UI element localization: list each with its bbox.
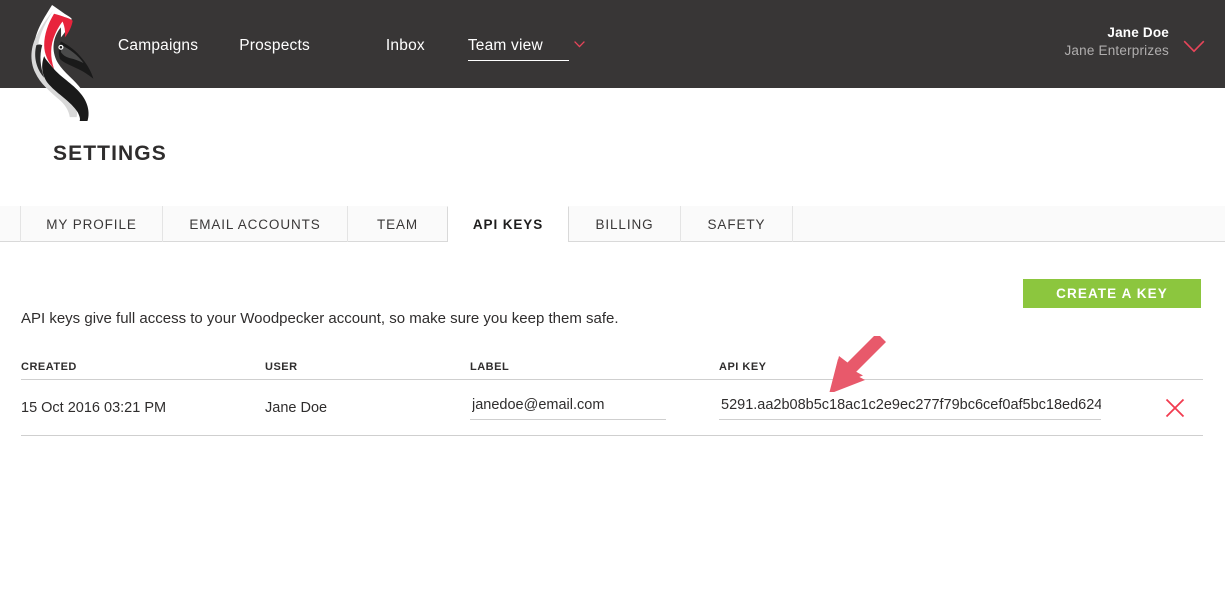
column-header-label: LABEL: [470, 361, 510, 373]
tab-email-accounts[interactable]: EMAIL ACCOUNTS: [162, 206, 348, 242]
table-header-row: CREATED USER LABEL API KEY: [21, 358, 1203, 380]
nav-prospects[interactable]: Prospects: [239, 37, 310, 55]
top-navigation-bar: Campaigns Prospects Inbox Team view Jane…: [0, 0, 1225, 88]
tab-api-keys[interactable]: API KEYS: [447, 206, 569, 243]
cell-label: [470, 396, 719, 420]
column-header-created: CREATED: [21, 361, 77, 373]
settings-tabs-bar: MY PROFILE EMAIL ACCOUNTS TEAM API KEYS …: [0, 206, 1225, 243]
settings-api-keys-page: Campaigns Prospects Inbox Team view Jane…: [0, 0, 1225, 616]
nav-campaigns[interactable]: Campaigns: [118, 37, 198, 55]
cell-user: Jane Doe: [265, 399, 328, 416]
cell-created: 15 Oct 2016 03:21 PM: [21, 399, 167, 416]
chevron-down-icon[interactable]: [1183, 40, 1205, 53]
user-company: Jane Enterprizes: [1064, 43, 1169, 59]
table-row: 15 Oct 2016 03:21 PM Jane Doe: [21, 380, 1203, 436]
woodpecker-logo[interactable]: [14, 2, 96, 122]
tab-safety[interactable]: SAFETY: [680, 206, 793, 242]
nav-inbox[interactable]: Inbox: [386, 37, 425, 55]
label-input[interactable]: [470, 396, 666, 420]
cell-api-key: [719, 396, 1164, 420]
user-account-menu[interactable]: Jane Doe Jane Enterprizes: [1064, 24, 1169, 60]
nav-team-view-label: Team view: [467, 37, 543, 54]
api-keys-table: CREATED USER LABEL API KEY 15 Oct 2016 0…: [21, 358, 1203, 436]
tab-team[interactable]: TEAM: [347, 206, 448, 242]
column-header-api-key: API KEY: [719, 361, 767, 373]
column-header-user: USER: [265, 361, 298, 373]
tab-my-profile[interactable]: MY PROFILE: [20, 206, 163, 242]
page-title: SETTINGS: [53, 142, 167, 165]
api-key-input[interactable]: [719, 396, 1101, 420]
nav-team-view[interactable]: Team view: [467, 37, 585, 61]
close-x-icon[interactable]: [1164, 397, 1186, 419]
tab-billing[interactable]: BILLING: [568, 206, 681, 242]
create-a-key-button[interactable]: CREATE A KEY: [1023, 279, 1201, 308]
user-name: Jane Doe: [1107, 25, 1169, 40]
main-nav-links: Campaigns Prospects Inbox Team view: [118, 37, 585, 61]
chevron-down-icon: [573, 41, 585, 48]
api-keys-description: API keys give full access to your Woodpe…: [21, 310, 619, 327]
settings-tabs: MY PROFILE EMAIL ACCOUNTS TEAM API KEYS …: [20, 206, 793, 243]
